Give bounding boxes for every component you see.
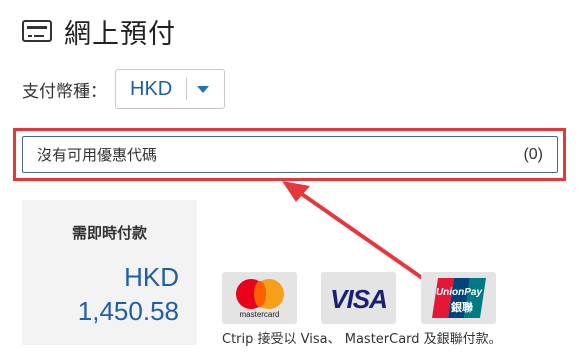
unionpay-logo: UnionPay 銀聯 (421, 272, 496, 324)
payment-summary-panel: 需即時付款 HKD 1,450.58 (22, 200, 197, 345)
mastercard-logo: mastercard (222, 272, 297, 324)
visa-logo: VISA (321, 272, 396, 324)
payment-amount: 1,450.58 (77, 296, 179, 326)
currency-select[interactable]: HKD (115, 69, 225, 109)
credit-card-icon (22, 20, 52, 42)
accepted-cards-text: Ctrip 接受以 Visa、 MasterCard 及銀聯付款。 (222, 332, 502, 347)
mastercard-label: mastercard (239, 310, 280, 319)
currency-label: 支付幣種： (22, 81, 107, 102)
select-divider (186, 78, 187, 100)
unionpay-sub-label: 銀聯 (451, 300, 473, 314)
promo-count: (0) (523, 145, 543, 163)
currency-row: 支付幣種： HKD (22, 69, 225, 109)
payment-currency: HKD (124, 262, 179, 292)
promo-label: 沒有可用優惠代碼 (37, 146, 158, 164)
payment-due-label: 需即時付款 (71, 224, 147, 242)
unionpay-label: UnionPay (436, 287, 483, 298)
page-title: 網上預付 (64, 18, 176, 50)
currency-value: HKD (130, 77, 173, 100)
chevron-down-icon (197, 85, 209, 93)
promo-code-dropdown[interactable]: 沒有可用優惠代碼 (0) (22, 136, 558, 173)
page-header: 網上預付 (22, 14, 176, 50)
visa-label: VISA (330, 284, 388, 314)
